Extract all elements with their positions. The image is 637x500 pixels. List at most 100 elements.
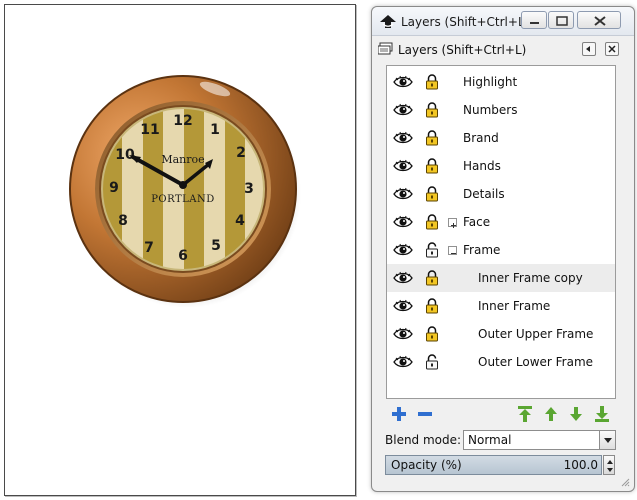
opacity-slider[interactable]: Opacity (%) 100.0 bbox=[385, 455, 602, 475]
clock-drawing[interactable]: 12 1 2 3 4 5 6 7 8 9 10 11 Manroe PORTLA… bbox=[65, 71, 301, 307]
layer-row[interactable]: Inner Frame copy bbox=[387, 264, 615, 292]
lock-closed-icon[interactable] bbox=[425, 270, 439, 289]
inkscape-icon bbox=[380, 15, 396, 28]
eye-icon[interactable] bbox=[393, 131, 413, 148]
maximize-button[interactable] bbox=[548, 11, 574, 29]
brand-bottom: PORTLAND bbox=[151, 194, 215, 205]
remove-layer-icon[interactable] bbox=[416, 405, 434, 423]
eye-icon[interactable] bbox=[393, 327, 413, 344]
layer-name: Inner Frame bbox=[478, 299, 551, 313]
lock-closed-icon[interactable] bbox=[425, 186, 439, 205]
opacity-label: Opacity (%) bbox=[391, 458, 462, 472]
blend-mode-value: Normal bbox=[468, 433, 512, 447]
numeral: 9 bbox=[109, 180, 119, 196]
resize-grip-icon[interactable] bbox=[620, 477, 630, 487]
layer-row[interactable]: Outer Upper Frame bbox=[387, 320, 615, 348]
numeral: 8 bbox=[118, 213, 128, 229]
eye-icon[interactable] bbox=[393, 299, 413, 316]
layer-row[interactable]: Face bbox=[387, 208, 615, 236]
layer-name: Outer Upper Frame bbox=[478, 327, 594, 341]
collapse-left-icon bbox=[586, 46, 590, 52]
eye-icon[interactable] bbox=[393, 75, 413, 92]
layers-window[interactable]: Layers (Shift+Ctrl+L) Layers (Shift+Ctrl… bbox=[371, 6, 635, 492]
layer-row[interactable]: Frame bbox=[387, 236, 615, 264]
numeral: 12 bbox=[173, 113, 192, 129]
blend-mode-select[interactable]: Normal bbox=[463, 430, 616, 450]
dock-header: Layers (Shift+Ctrl+L) bbox=[376, 39, 630, 61]
layer-name: Frame bbox=[463, 243, 501, 257]
numeral: 4 bbox=[235, 213, 245, 229]
layer-name: Face bbox=[463, 215, 491, 229]
close-icon bbox=[594, 16, 606, 26]
layer-toolbar bbox=[386, 405, 618, 427]
lock-closed-icon[interactable] bbox=[425, 158, 439, 177]
minimize-icon bbox=[530, 22, 539, 24]
layers-icon bbox=[378, 42, 393, 55]
minimize-button[interactable] bbox=[521, 11, 547, 29]
lock-closed-icon[interactable] bbox=[425, 130, 439, 149]
numeral: 1 bbox=[210, 122, 220, 138]
lock-closed-icon[interactable] bbox=[425, 74, 439, 93]
lock-closed-icon[interactable] bbox=[425, 214, 439, 233]
layer-row[interactable]: Brand bbox=[387, 124, 615, 152]
document-page[interactable]: 12 1 2 3 4 5 6 7 8 9 10 11 Manroe PORTLA… bbox=[4, 4, 356, 496]
numeral: 2 bbox=[236, 145, 246, 161]
layer-name: Brand bbox=[463, 131, 499, 145]
layer-row[interactable]: Hands bbox=[387, 152, 615, 180]
brand-top: Manroe bbox=[161, 153, 204, 166]
dock-title: Layers (Shift+Ctrl+L) bbox=[398, 43, 527, 57]
layer-name: Numbers bbox=[463, 103, 518, 117]
chevron-down-icon bbox=[604, 438, 612, 443]
opacity-value: 100.0 bbox=[563, 458, 598, 472]
layer-name: Highlight bbox=[463, 75, 518, 89]
lock-closed-icon[interactable] bbox=[425, 102, 439, 121]
raise-to-top-icon[interactable] bbox=[516, 405, 534, 423]
opacity-spinner[interactable] bbox=[603, 455, 615, 475]
lock-open-icon[interactable] bbox=[425, 242, 439, 261]
close-button[interactable] bbox=[577, 11, 621, 29]
eye-icon[interactable] bbox=[393, 103, 413, 120]
collapse-minus-icon[interactable] bbox=[448, 246, 457, 255]
blend-mode-label: Blend mode: bbox=[385, 433, 462, 447]
layer-list[interactable]: Highlight Numbers Brand Hands Details Face Fra… bbox=[386, 65, 616, 399]
window-title: Layers (Shift+Ctrl+L) bbox=[401, 15, 530, 29]
numeral: 6 bbox=[178, 248, 188, 264]
layer-name: Inner Frame copy bbox=[478, 271, 583, 285]
close-icon bbox=[608, 45, 616, 53]
layer-row[interactable]: Numbers bbox=[387, 96, 615, 124]
dock-close-button[interactable] bbox=[605, 42, 619, 56]
eye-icon[interactable] bbox=[393, 187, 413, 204]
numeral: 5 bbox=[211, 238, 221, 254]
eye-icon[interactable] bbox=[393, 215, 413, 232]
layer-name: Hands bbox=[463, 159, 501, 173]
numeral: 3 bbox=[244, 181, 254, 197]
eye-icon[interactable] bbox=[393, 159, 413, 176]
spinner-arrows-icon bbox=[607, 460, 613, 472]
canvas-area[interactable]: 12 1 2 3 4 5 6 7 8 9 10 11 Manroe PORTLA… bbox=[0, 0, 360, 500]
eye-icon[interactable] bbox=[393, 271, 413, 288]
add-layer-icon[interactable] bbox=[390, 405, 408, 423]
lock-closed-icon[interactable] bbox=[425, 326, 439, 345]
window-titlebar[interactable]: Layers (Shift+Ctrl+L) bbox=[372, 7, 634, 36]
layer-row[interactable]: Inner Frame bbox=[387, 292, 615, 320]
numeral: 7 bbox=[144, 240, 154, 256]
expand-plus-icon[interactable] bbox=[448, 218, 457, 228]
numeral: 11 bbox=[140, 122, 159, 138]
raise-layer-icon[interactable] bbox=[542, 405, 560, 423]
layer-name: Details bbox=[463, 187, 505, 201]
dock-collapse-button[interactable] bbox=[582, 42, 596, 56]
hand-pivot bbox=[179, 181, 187, 189]
eye-icon[interactable] bbox=[393, 243, 413, 260]
lock-open-icon[interactable] bbox=[425, 354, 439, 373]
maximize-icon bbox=[556, 16, 568, 26]
eye-icon[interactable] bbox=[393, 355, 413, 372]
numeral: 10 bbox=[115, 147, 135, 163]
lower-to-bottom-icon[interactable] bbox=[593, 405, 611, 423]
layer-row[interactable]: Highlight bbox=[387, 68, 615, 96]
layer-row[interactable]: Outer Lower Frame bbox=[387, 348, 615, 376]
layer-row[interactable]: Details bbox=[387, 180, 615, 208]
lock-closed-icon[interactable] bbox=[425, 298, 439, 317]
blend-mode-dropdown-button[interactable] bbox=[599, 431, 615, 449]
layer-name: Outer Lower Frame bbox=[478, 355, 594, 369]
lower-layer-icon[interactable] bbox=[567, 405, 585, 423]
